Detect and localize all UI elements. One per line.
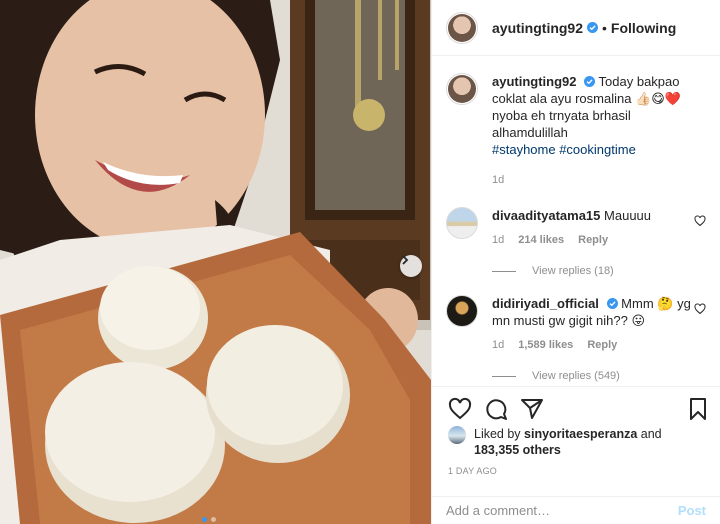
commenter-avatar[interactable] — [446, 295, 478, 327]
caption-hashtags[interactable]: #stayhome #cookingtime — [492, 142, 636, 157]
caption-time: 1d — [492, 174, 505, 186]
post-side-panel: ayutingting92 • Following ayutingting92 … — [431, 0, 720, 524]
comment-icon[interactable] — [484, 397, 508, 421]
comment-time: 1d — [492, 234, 505, 246]
post-comment-button[interactable]: Post — [678, 503, 706, 518]
comment-item: divaadityatama15 Mauuuu 1d 214 likes Rep… — [446, 207, 706, 249]
comments-list: ayutingting92 Today bakpao coklat ala ay… — [432, 57, 720, 387]
carousel-dot — [211, 517, 216, 522]
reply-button[interactable]: Reply — [578, 232, 608, 249]
author-username[interactable]: ayutingting92 — [492, 20, 583, 36]
liked-by-user[interactable]: sinyoritaesperanza — [524, 427, 637, 441]
liked-by-others[interactable]: 183,355 others — [474, 443, 561, 457]
following-button[interactable]: Following — [611, 20, 676, 36]
verified-badge-icon — [587, 22, 599, 33]
caption-username[interactable]: ayutingting92 — [492, 74, 577, 89]
commenter-avatar[interactable] — [446, 207, 478, 239]
add-comment-bar: Post — [432, 496, 720, 524]
reply-button[interactable]: Reply — [587, 337, 617, 354]
verified-badge-icon — [606, 298, 618, 309]
liked-by: Liked by sinyoritaesperanza and 183,355 … — [448, 426, 706, 458]
share-icon[interactable] — [520, 397, 544, 421]
heart-icon[interactable] — [694, 303, 706, 315]
heart-icon[interactable] — [694, 215, 706, 227]
liked-by-and: and — [637, 427, 662, 441]
comment-time: 1d — [492, 339, 505, 351]
header-separator: • — [602, 19, 607, 36]
action-bar — [432, 386, 720, 422]
carousel-indicator — [202, 517, 216, 522]
commenter-username[interactable]: divaadityatama15 — [492, 208, 600, 223]
verified-badge-icon — [584, 76, 596, 87]
caption: ayutingting92 Today bakpao coklat ala ay… — [446, 73, 706, 189]
commenter-username[interactable]: didiriyadi_official — [492, 296, 599, 311]
heart-icon[interactable] — [448, 397, 472, 421]
comment-text: Mauuuu — [604, 208, 652, 223]
liked-by-prefix: Liked by — [474, 427, 525, 441]
comment-likes[interactable]: 214 likes — [518, 232, 564, 249]
post-photo[interactable] — [0, 0, 431, 524]
view-replies-button[interactable]: View replies (18) — [492, 265, 706, 277]
bookmark-icon[interactable] — [686, 397, 710, 421]
photo-illustration — [0, 0, 431, 524]
liked-by-avatar[interactable] — [448, 426, 466, 444]
post-timestamp[interactable]: 1 DAY AGO — [448, 466, 497, 476]
post-header: ayutingting92 • Following — [432, 0, 720, 56]
comment-item: didiriyadi_official Mmm 🤔 yg mn musti gw… — [446, 295, 706, 354]
carousel-dot — [202, 517, 207, 522]
comment-likes[interactable]: 1,589 likes — [518, 337, 573, 354]
next-photo-button[interactable] — [400, 255, 422, 277]
comment-input[interactable] — [446, 503, 678, 518]
caption-avatar[interactable] — [446, 73, 478, 105]
author-avatar[interactable] — [446, 11, 478, 44]
chevron-right-icon — [402, 255, 409, 265]
view-replies-button[interactable]: View replies (549) — [492, 370, 706, 382]
